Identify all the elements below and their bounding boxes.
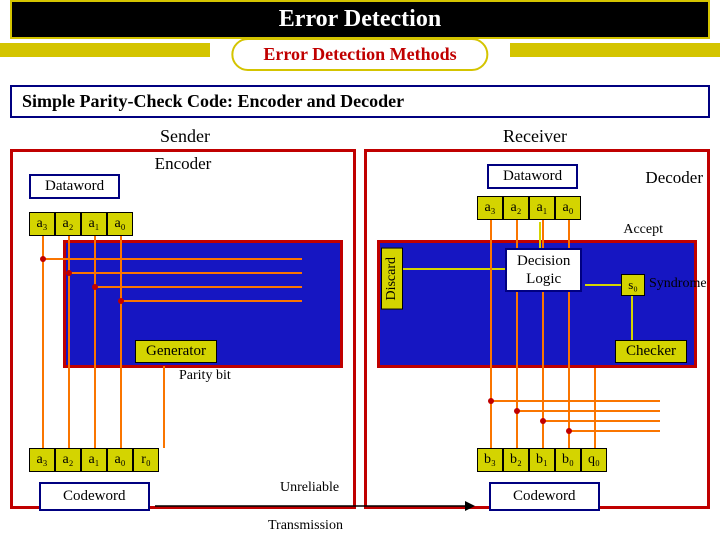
decision-line1: Decision [517, 253, 570, 269]
decoder-label: Decoder [645, 168, 703, 188]
bit-b2: b₂ [503, 448, 529, 472]
encoder-codeword-bits: a₃ a₂ a₁ a₀ r₀ [29, 448, 159, 472]
title-text: Error Detection [279, 6, 441, 32]
diagram-row: Encoder Dataword a₃ a₂ a₁ a₀ Generator P… [10, 149, 710, 509]
checker-label: Checker [615, 340, 687, 363]
junction-dot [66, 270, 72, 276]
junction-dot [540, 418, 546, 424]
sender-label: Sender [10, 124, 360, 149]
junction-dot [566, 428, 572, 434]
bit-b0: b₀ [555, 448, 581, 472]
wire [490, 220, 492, 448]
bit-b1: b₁ [529, 448, 555, 472]
wire [120, 236, 122, 448]
discard-label: Discard [381, 248, 403, 310]
bit-q0: q₀ [581, 448, 607, 472]
bit-a1c: a₁ [81, 448, 107, 472]
decoder-dataword-label: Dataword [487, 164, 578, 189]
unreliable-label: Unreliable [280, 480, 339, 496]
encoder-dataword-label: Dataword [29, 174, 120, 199]
bit-a3c: a₃ [29, 448, 55, 472]
accept-label: Accept [623, 222, 663, 238]
junction-dot [488, 398, 494, 404]
decoder-codeword-label: Codeword [489, 482, 600, 511]
subtitle-text: Error Detection Methods [263, 44, 456, 64]
junction-dot [92, 284, 98, 290]
wire [568, 430, 660, 432]
bit-a0c: a₀ [107, 448, 133, 472]
parity-bit-label: Parity bit [179, 368, 231, 384]
section-text: Simple Parity-Check Code: Encoder and De… [22, 91, 404, 111]
decision-logic-label: Decision Logic [505, 248, 582, 292]
encoder-box: Encoder Dataword a₃ a₂ a₁ a₀ Generator P… [10, 149, 356, 509]
decoder-box: Decoder Dataword a₃ a₂ a₁ a₀ Accept Disc… [364, 149, 710, 509]
wire [68, 236, 70, 448]
bit-da2: a₂ [503, 196, 529, 220]
encoder-codeword-label: Codeword [39, 482, 150, 511]
wire [42, 258, 302, 260]
bit-r0: r₀ [133, 448, 159, 472]
wire [120, 300, 302, 302]
receiver-label: Receiver [360, 124, 710, 149]
bit-da3: a₃ [477, 196, 503, 220]
subtitle-pill: Error Detection Methods [231, 38, 488, 71]
bit-da0: a₀ [555, 196, 581, 220]
section-heading: Simple Parity-Check Code: Encoder and De… [10, 85, 710, 118]
encoder-label: Encoder [155, 154, 212, 174]
wire [94, 236, 96, 448]
wire-q0 [594, 368, 596, 448]
bit-a2c: a₂ [55, 448, 81, 472]
wire [490, 400, 660, 402]
bit-da1: a₁ [529, 196, 555, 220]
syndrome-label: Syndrome [649, 276, 707, 292]
bit-a2: a₂ [55, 212, 81, 236]
decoder-dataword-bits: a₃ a₂ a₁ a₀ [477, 196, 581, 220]
wire [542, 420, 660, 422]
wire-checker-out [631, 296, 633, 340]
bit-b3: b₃ [477, 448, 503, 472]
wire-syndrome [585, 284, 621, 286]
stripe-right [510, 43, 720, 57]
bit-a1: a₁ [81, 212, 107, 236]
stripe-left [0, 43, 210, 57]
wire [42, 236, 44, 448]
roles-row: Sender Receiver [10, 124, 710, 149]
junction-dot [40, 256, 46, 262]
syndrome-bit: s₀ [621, 274, 645, 296]
decoder-codeword-bits: b₃ b₂ b₁ b₀ q₀ [477, 448, 607, 472]
junction-dot [514, 408, 520, 414]
wire-accept [539, 222, 541, 248]
transmission-arrow-icon [155, 496, 475, 516]
transmission-label: Transmission [268, 518, 343, 534]
wire [94, 286, 302, 288]
junction-dot [118, 298, 124, 304]
decision-line2: Logic [526, 271, 561, 287]
bit-a3: a₃ [29, 212, 55, 236]
title-banner: Error Detection [10, 0, 710, 39]
generator-label: Generator [135, 340, 217, 363]
bit-a0: a₀ [107, 212, 133, 236]
encoder-dataword-bits: a₃ a₂ a₁ a₀ [29, 212, 133, 236]
wire [516, 410, 660, 412]
wire [68, 272, 302, 274]
wire-parity [163, 366, 165, 448]
